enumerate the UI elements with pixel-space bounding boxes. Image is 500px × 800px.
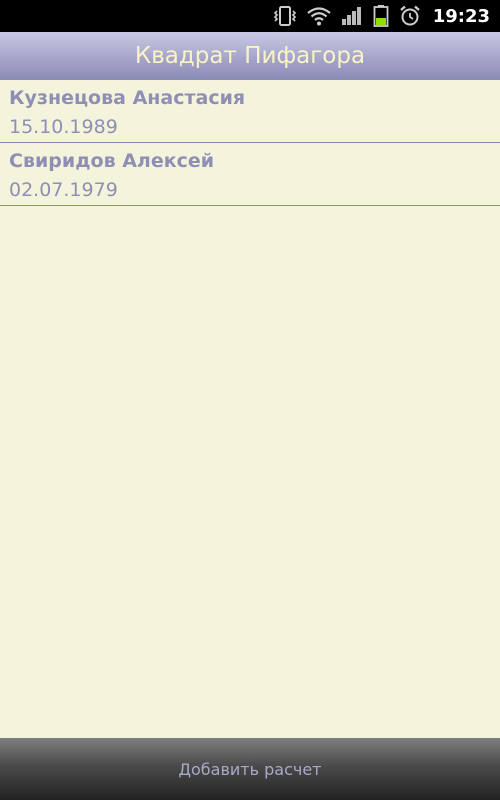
app-title-bar: Квадрат Пифагора xyxy=(0,32,500,80)
wifi-icon xyxy=(307,6,331,26)
person-list: Кузнецова Анастасия 15.10.1989 Свиридов … xyxy=(0,80,500,206)
list-item-date: 02.07.1979 xyxy=(9,179,118,201)
list-item-date: 15.10.1989 xyxy=(9,116,118,138)
list-item[interactable]: Свиридов Алексей 02.07.1979 xyxy=(0,143,500,206)
list-item[interactable]: Кузнецова Анастасия 15.10.1989 xyxy=(0,80,500,143)
status-clock: 19:23 xyxy=(432,5,490,27)
vibrate-icon xyxy=(273,5,297,27)
signal-icon xyxy=(341,6,363,26)
bottom-bar: Добавить расчет xyxy=(0,738,500,800)
list-item-name: Кузнецова Анастасия xyxy=(9,87,246,109)
battery-icon xyxy=(373,5,389,27)
app-title: Квадрат Пифагора xyxy=(134,43,366,69)
list-item-name: Свиридов Алексей xyxy=(9,150,215,172)
add-calculation-button[interactable]: Добавить расчет xyxy=(0,738,500,800)
status-bar: 19:23 xyxy=(0,0,500,32)
alarm-icon xyxy=(399,5,421,27)
